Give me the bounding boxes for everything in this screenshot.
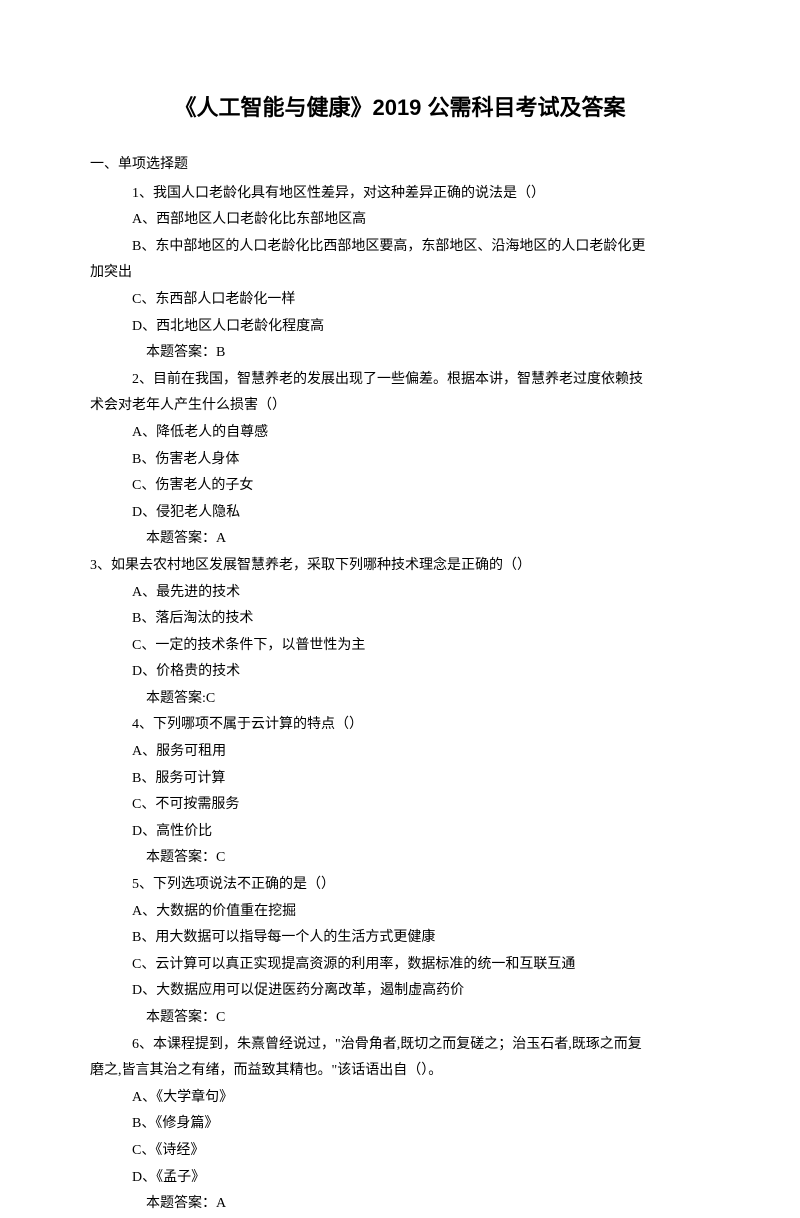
question-6: 6、本课程提到，朱熹曾经说过，"治骨角者,既切之而复磋之；治玉石者,既琢之而复 <box>90 1032 710 1059</box>
q5-num: 5、 <box>132 877 153 892</box>
question-5: 5、下列选项说法不正确的是（） <box>90 872 710 899</box>
q1-answer: 本题答案：B <box>90 340 710 367</box>
q3-num: 3、 <box>90 558 111 573</box>
q1-option-a: A、西部地区人口老龄化比东部地区高 <box>90 207 710 234</box>
q2-option-a: A、降低老人的自尊感 <box>90 420 710 447</box>
q1-option-c: C、东西部人口老龄化一样 <box>90 287 710 314</box>
q2-option-c: C、伤害老人的子女 <box>90 473 710 500</box>
question-2: 2、目前在我国，智慧养老的发展出现了一些偏差。根据本讲，智慧养老过度依赖技 <box>90 367 710 394</box>
q4-option-a: A、服务可租用 <box>90 739 710 766</box>
q5-option-a: A、大数据的价值重在挖掘 <box>90 899 710 926</box>
q6-option-c: C、《诗经》 <box>90 1138 710 1165</box>
q5-text: 下列选项说法不正确的是（） <box>153 877 335 892</box>
q4-text: 下列哪项不属于云计算的特点（） <box>153 717 363 732</box>
q3-option-d: D、价格贵的技术 <box>90 659 710 686</box>
q6-text: 本课程提到，朱熹曾经说过，"治骨角者,既切之而复磋之；治玉石者,既琢之而复 <box>153 1037 642 1052</box>
q5-option-c: C、云计算可以真正实现提高资源的利用率，数据标准的统一和互联互通 <box>90 952 710 979</box>
q4-option-d: D、高性价比 <box>90 819 710 846</box>
question-4: 4、下列哪项不属于云计算的特点（） <box>90 712 710 739</box>
q5-answer: 本题答案：C <box>90 1005 710 1032</box>
q6-continuation: 磨之,皆言其治之有绪，而益致其精也。"该话语出自（）。 <box>90 1058 710 1085</box>
q4-option-b: B、服务可计算 <box>90 766 710 793</box>
q2-option-b: B、伤害老人身体 <box>90 447 710 474</box>
q1-continuation: 加突出 <box>90 260 710 287</box>
q1-num: 1、 <box>132 186 153 201</box>
q4-num: 4、 <box>132 717 153 732</box>
q3-option-a: A、最先进的技术 <box>90 580 710 607</box>
q2-answer: 本题答案：A <box>90 526 710 553</box>
question-3: 3、如果去农村地区发展智慧养老，采取下列哪种技术理念是正确的（） <box>90 553 710 580</box>
q3-answer: 本题答案:C <box>90 686 710 713</box>
q5-option-d: D、大数据应用可以促进医药分离改革，遏制虚高药价 <box>90 978 710 1005</box>
q6-option-d: D、《孟子》 <box>90 1165 710 1192</box>
q1-option-d: D、西北地区人口老龄化程度高 <box>90 314 710 341</box>
q3-option-c: C、一定的技术条件下，以普世性为主 <box>90 633 710 660</box>
q2-text: 目前在我国，智慧养老的发展出现了一些偏差。根据本讲，智慧养老过度依赖技 <box>153 372 643 387</box>
question-1: 1、我国人口老龄化具有地区性差异，对这种差异正确的说法是（） <box>90 181 710 208</box>
q6-option-a: A、《大学章句》 <box>90 1085 710 1112</box>
q3-text: 如果去农村地区发展智慧养老，采取下列哪种技术理念是正确的（） <box>111 558 531 573</box>
q2-option-d: D、侵犯老人隐私 <box>90 500 710 527</box>
q6-num: 6、 <box>132 1037 153 1052</box>
q2-continuation: 术会对老年人产生什么损害（） <box>90 393 710 420</box>
q1-text: 我国人口老龄化具有地区性差异，对这种差异正确的说法是（） <box>153 186 545 201</box>
q2-num: 2、 <box>132 372 153 387</box>
q6-option-b: B、《修身篇》 <box>90 1111 710 1138</box>
q4-answer: 本题答案：C <box>90 845 710 872</box>
q5-option-b: B、用大数据可以指导每一个人的生活方式更健康 <box>90 925 710 952</box>
q4-option-c: C、不可按需服务 <box>90 792 710 819</box>
q3-option-b: B、落后淘汰的技术 <box>90 606 710 633</box>
q1-option-b: B、东中部地区的人口老龄化比西部地区要高，东部地区、沿海地区的人口老龄化更 <box>90 234 710 261</box>
document-title: 《人工智能与健康》2019 公需科目考试及答案 <box>90 90 710 122</box>
section-header: 一、单项选择题 <box>90 152 710 179</box>
q6-answer: 本题答案：A <box>90 1191 710 1218</box>
